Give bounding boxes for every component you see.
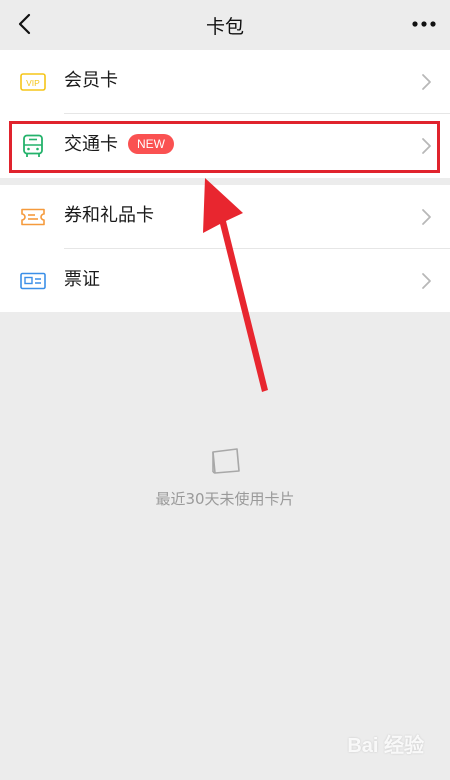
chevron-right-icon xyxy=(422,273,431,289)
list-item-vip-card[interactable]: VIP 会员卡 xyxy=(0,50,450,113)
list-item-tickets-ids[interactable]: 票证 xyxy=(0,249,450,312)
chevron-right-icon xyxy=(422,74,431,90)
card-icon xyxy=(212,448,240,474)
ticket-icon xyxy=(20,206,46,228)
list-item-label: 会员卡 xyxy=(64,70,118,91)
header-bar: 卡包 xyxy=(0,0,450,48)
more-button[interactable] xyxy=(408,10,440,38)
page-title: 卡包 xyxy=(205,16,244,38)
list-item-label: 票证 xyxy=(64,269,100,290)
vip-card-icon: VIP xyxy=(20,71,46,93)
watermark: Bai 经验 xyxy=(347,735,424,757)
svg-text:VIP: VIP xyxy=(26,78,40,88)
chevron-right-icon xyxy=(422,209,431,225)
list-item-coupons-gift-cards[interactable]: 券和礼品卡 xyxy=(0,185,450,248)
more-horizontal-icon xyxy=(412,21,436,27)
highlight-box xyxy=(9,121,440,173)
card-group-secondary: 券和礼品卡 票证 xyxy=(0,185,450,312)
list-item-label: 券和礼品卡 xyxy=(64,205,154,226)
id-card-icon xyxy=(20,270,46,292)
empty-state-text: 最近30天未使用卡片 xyxy=(155,490,295,508)
